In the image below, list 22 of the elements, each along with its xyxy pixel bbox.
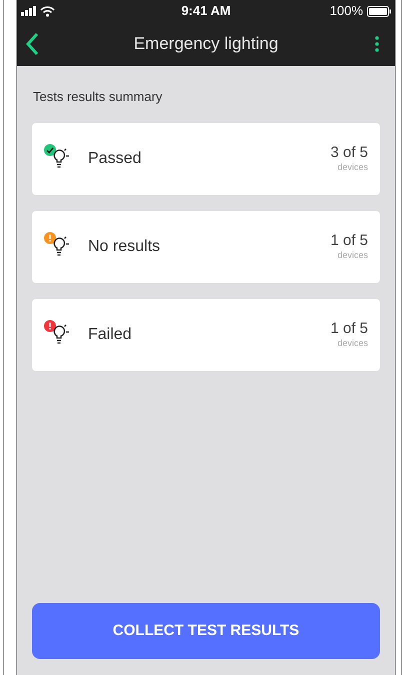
more-vertical-icon: [374, 36, 379, 52]
result-card[interactable]: Failed 1 of 5 devices: [32, 298, 380, 370]
signal-icon: [21, 6, 37, 16]
status-time: 9:41 AM: [181, 2, 231, 20]
battery-icon: [367, 6, 391, 16]
result-unit: devices: [337, 338, 368, 349]
result-unit: devices: [337, 250, 368, 261]
result-label: Passed: [88, 148, 142, 168]
result-count: 3 of 5: [330, 144, 368, 162]
result-unit: devices: [337, 162, 368, 173]
result-card[interactable]: No results 1 of 5 devices: [32, 210, 380, 282]
back-chevron-icon: [25, 32, 39, 56]
collect-results-button[interactable]: COLLECT TEST RESULTS: [32, 603, 380, 659]
section-title: Tests results summary: [33, 88, 164, 106]
wifi-icon: [40, 6, 55, 16]
result-card[interactable]: Passed 3 of 5 devices: [32, 122, 380, 194]
result-count: 1 of 5: [330, 320, 368, 338]
result-count: 1 of 5: [330, 232, 368, 250]
result-label: No results: [88, 236, 162, 256]
battery-percent: 100%: [330, 2, 363, 20]
header-title: Emergency lighting: [134, 33, 278, 56]
result-label: Failed: [88, 324, 133, 344]
